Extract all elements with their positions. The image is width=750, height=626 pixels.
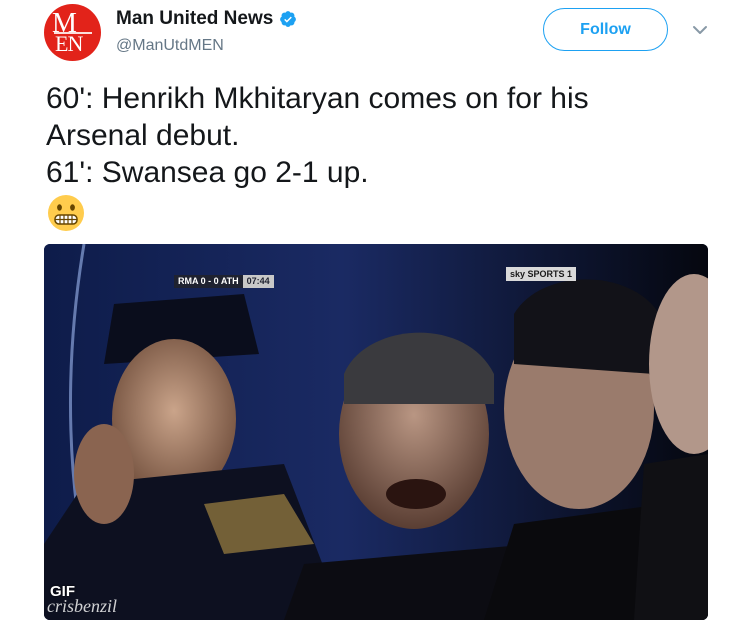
clock-text: 07:44 <box>242 275 274 288</box>
tweet-card: M EN Man United News @ManUtdMEN Follow 6… <box>0 0 750 626</box>
media-gif[interactable]: RMA 0 - 0 ATH 07:44 sky SPORTS 1 GIF cri… <box>44 244 708 620</box>
score-overlay: RMA 0 - 0 ATH 07:44 <box>174 275 274 288</box>
tweet-line: 61': Swansea go 2-1 up. <box>46 156 369 189</box>
score-text: RMA 0 - 0 ATH <box>174 275 243 288</box>
author-name-row: Man United News <box>116 8 297 30</box>
avatar-monogram: M EN <box>44 4 101 61</box>
tweet-text: 60': Henrikh Mkhitaryan comes on for his… <box>46 80 706 191</box>
channel-logo: sky SPORTS 1 <box>506 267 577 281</box>
handle[interactable]: @ManUtdMEN <box>116 36 224 56</box>
chevron-down-icon[interactable] <box>690 20 710 40</box>
gif-frame-illustration <box>44 244 708 620</box>
follow-button[interactable]: Follow <box>543 8 668 51</box>
avatar[interactable]: M EN <box>44 4 101 61</box>
display-name[interactable]: Man United News <box>116 8 273 30</box>
tweet-line: Arsenal debut. <box>46 119 240 152</box>
watermark: crisbenzil <box>47 596 117 616</box>
grimacing-face-icon <box>48 195 84 231</box>
verified-badge-icon <box>280 11 297 27</box>
tweet-line: 60': Henrikh Mkhitaryan comes on for his <box>46 82 589 115</box>
